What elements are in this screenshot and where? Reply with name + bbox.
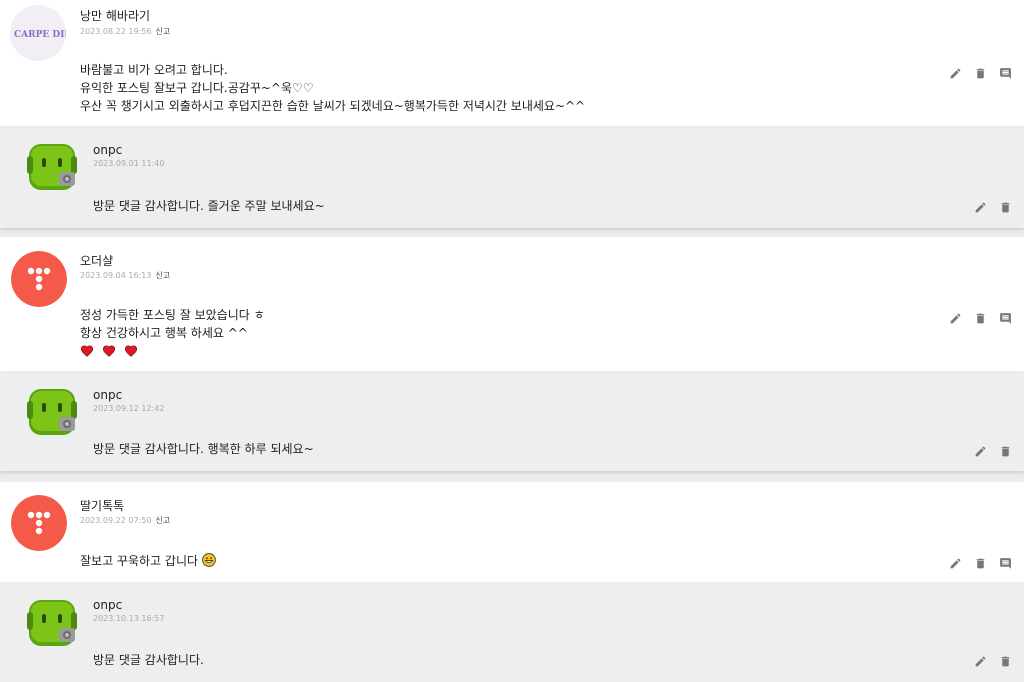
reply-actions (973, 200, 1012, 214)
avatar[interactable]: CARPE DIEM (10, 5, 66, 61)
comment-date: 2023.09.04 16:13 (80, 271, 152, 280)
android-robot-icon (25, 596, 79, 650)
reply-author[interactable]: onpc (93, 388, 122, 402)
avatar[interactable] (11, 251, 67, 307)
comment-line: 우산 꼭 챙기시고 외출하시고 후덥지끈한 습한 날씨가 되겠네요~행복가득한 … (80, 99, 586, 113)
comment-text: 바람불고 비가 오려고 합니다. 유익한 포스팅 잘보구 갑니다.공감꾸~^욱♡… (80, 61, 585, 115)
avatar[interactable] (11, 495, 67, 551)
trash-icon[interactable] (973, 311, 987, 325)
trash-icon[interactable] (998, 200, 1012, 214)
carpe-diem-logo-icon: CARPE DIEM (10, 5, 66, 61)
reply-text: 방문 댓글 감사합니다. 즐거운 주말 보내세요~ (93, 199, 325, 213)
pencil-icon[interactable] (973, 200, 987, 214)
heart-icon (80, 344, 94, 358)
reply-date: 2023.10.13 16:57 (93, 614, 165, 623)
comment-actions (948, 311, 1012, 325)
comment-author[interactable]: 딸기톡톡 (80, 497, 124, 514)
pencil-icon[interactable] (948, 311, 962, 325)
comment-line: 항상 건강하시고 행복 하세요 ^^ (80, 326, 248, 340)
heart-icon (102, 344, 116, 358)
comment-date: 2023.08.22 19:56 (80, 27, 152, 36)
comment-actions (948, 556, 1012, 570)
reply-text: 방문 댓글 감사합니다. (93, 653, 204, 667)
trash-icon[interactable] (998, 654, 1012, 668)
trash-icon[interactable] (973, 556, 987, 570)
comment-text: 잘보고 꾸욱하고 갑니다 (80, 552, 216, 570)
comment-item: 딸기톡톡 2023.09.22 07:50 신고 잘보고 꾸욱하고 갑니다 (0, 482, 1024, 582)
trash-icon[interactable] (998, 444, 1012, 458)
avatar[interactable] (25, 140, 79, 194)
reply-date: 2023.09.12 12:42 (93, 404, 165, 413)
comment-item: 오더샬 2023.09.04 16:13 신고 정성 가득한 포스팅 잘 보았습니… (0, 237, 1024, 371)
pencil-icon[interactable] (948, 556, 962, 570)
comment-meta: 2023.08.22 19:56 신고 (80, 26, 170, 37)
comment-date: 2023.09.22 07:50 (80, 516, 152, 525)
comment-line: 정성 가득한 포스팅 잘 보았습니다 ㅎ (80, 308, 265, 322)
report-link[interactable]: 신고 (155, 27, 170, 36)
comment-meta: 2023.09.22 07:50 신고 (80, 515, 170, 526)
avatar[interactable] (25, 385, 79, 439)
comment-line: 바람불고 비가 오려고 합니다. (80, 63, 228, 77)
reply-item: onpc 2023.09.01 11:40 방문 댓글 감사합니다. 즐거운 주… (0, 128, 1024, 228)
heart-icon (124, 344, 138, 358)
comment-meta: 2023.09.04 16:13 신고 (80, 270, 170, 281)
heart-emojis (80, 344, 265, 358)
reply-author[interactable]: onpc (93, 598, 122, 612)
reply-actions (973, 444, 1012, 458)
avatar[interactable] (25, 596, 79, 650)
trash-icon[interactable] (973, 66, 987, 80)
android-robot-icon (25, 140, 79, 194)
report-link[interactable]: 신고 (155, 271, 170, 280)
comment-author[interactable]: 낭만 해바라기 (80, 7, 150, 24)
avatar-logo-text: CARPE DIEM (14, 30, 66, 40)
reply-date: 2023.09.01 11:40 (93, 159, 165, 168)
comment-line: 유익한 포스팅 잘보구 갑니다.공감꾸~^욱♡♡ (80, 81, 314, 95)
pencil-icon[interactable] (973, 654, 987, 668)
report-link[interactable]: 신고 (155, 516, 170, 525)
comment-author[interactable]: 오더샬 (80, 252, 113, 269)
tistory-logo-icon (11, 251, 67, 307)
reply-item: onpc 2023.09.12 12:42 방문 댓글 감사합니다. 행복한 하… (0, 373, 1024, 471)
android-robot-icon (25, 385, 79, 439)
comment-icon[interactable] (998, 311, 1012, 325)
pencil-icon[interactable] (948, 66, 962, 80)
comment-item: CARPE DIEM 낭만 해바라기 2023.08.22 19:56신고 바람… (0, 0, 1024, 126)
reply-text: 방문 댓글 감사합니다. 행복한 하루 되세요~ (93, 442, 314, 456)
grinning-face-emoji-icon (202, 553, 216, 567)
reply-author[interactable]: onpc (93, 143, 122, 157)
reply-item: onpc 2023.10.13 16:57 방문 댓글 감사합니다. (0, 584, 1024, 682)
comment-icon[interactable] (998, 66, 1012, 80)
pencil-icon[interactable] (973, 444, 987, 458)
comment-actions (948, 66, 1012, 80)
comment-line: 잘보고 꾸욱하고 갑니다 (80, 554, 199, 568)
comment-text: 정성 가득한 포스팅 잘 보았습니다 ㅎ 항상 건강하시고 행복 하세요 ^^ (80, 306, 265, 358)
tistory-logo-icon (11, 495, 67, 551)
comment-icon[interactable] (998, 556, 1012, 570)
reply-actions (973, 654, 1012, 668)
